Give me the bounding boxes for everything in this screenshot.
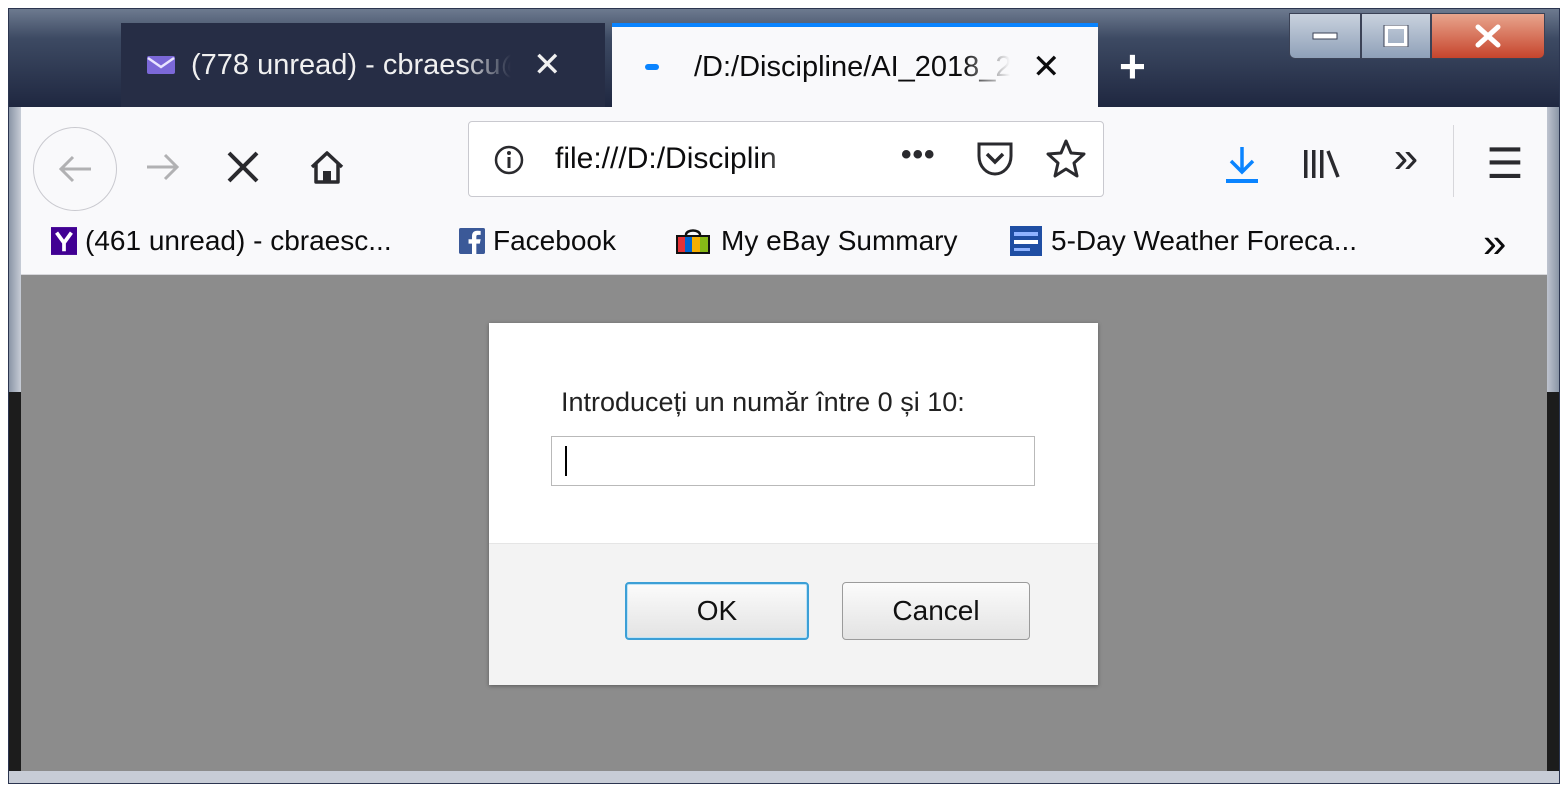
bookmark-star-icon[interactable] xyxy=(1045,138,1087,178)
prompt-input[interactable] xyxy=(551,436,1035,486)
prompt-message: Introduceți un număr între 0 și 10: xyxy=(561,387,965,417)
prompt-dialog: Introduceți un număr între 0 și 10: OK C… xyxy=(489,323,1098,685)
bookmarks-overflow-button[interactable]: » xyxy=(1483,219,1506,267)
yahoo-icon xyxy=(51,226,77,256)
tab-title: (778 unread) - cbraescu@ xyxy=(191,48,511,81)
maximize-icon xyxy=(1383,25,1409,47)
library-button[interactable] xyxy=(1299,141,1345,187)
bookmarks-toolbar: (461 unread) - cbraesc... Facebook My eB… xyxy=(21,217,1547,275)
toolbar-separator xyxy=(1453,125,1454,197)
back-arrow-icon xyxy=(58,155,91,183)
mail-icon xyxy=(145,54,177,76)
library-icon xyxy=(1304,150,1340,178)
maximize-button[interactable] xyxy=(1361,13,1431,59)
back-button[interactable] xyxy=(33,127,117,211)
bookmark-label: 5-Day Weather Foreca... xyxy=(1051,225,1358,256)
minimize-icon xyxy=(1312,32,1338,40)
facebook-icon xyxy=(459,226,485,256)
navigation-toolbar: file:///D:/Disciplin ••• » ☰ xyxy=(21,107,1547,217)
bookmark-facebook[interactable]: Facebook xyxy=(459,225,616,257)
toolbar-overflow-button[interactable]: » xyxy=(1383,133,1429,182)
close-icon xyxy=(1475,24,1501,48)
url-bar[interactable]: file:///D:/Disciplin ••• xyxy=(468,121,1104,197)
loading-icon xyxy=(636,56,668,78)
home-button[interactable] xyxy=(303,143,351,191)
info-icon[interactable] xyxy=(493,144,525,176)
pocket-icon[interactable] xyxy=(975,140,1015,178)
minimize-button[interactable] xyxy=(1289,13,1361,59)
tab-close-icon[interactable]: ✕ xyxy=(1032,50,1061,84)
download-icon xyxy=(1226,147,1258,183)
new-tab-button[interactable]: + xyxy=(1119,43,1146,89)
page-actions-icon[interactable]: ••• xyxy=(901,138,936,172)
window-border-bottom xyxy=(9,771,1559,783)
tab-mail[interactable]: (778 unread) - cbraescu@ ✕ xyxy=(121,23,605,107)
stop-icon xyxy=(227,151,259,183)
url-text[interactable]: file:///D:/Disciplin xyxy=(555,142,815,176)
window-border-shadow-left xyxy=(9,392,21,783)
forward-button[interactable] xyxy=(139,143,187,191)
tab-current[interactable]: /D:/Discipline/AI_2018_20 ✕ xyxy=(612,23,1098,107)
weather-icon xyxy=(1009,226,1043,256)
bookmark-ebay[interactable]: My eBay Summary xyxy=(673,225,958,257)
bookmark-yahoo-mail[interactable]: (461 unread) - cbraesc... xyxy=(51,225,392,257)
page-content: Introduceți un număr între 0 și 10: OK C… xyxy=(21,275,1547,773)
ebay-icon xyxy=(673,226,713,256)
downloads-button[interactable] xyxy=(1219,141,1265,187)
stop-button[interactable] xyxy=(219,143,267,191)
tab-title: /D:/Discipline/AI_2018_20 xyxy=(694,50,1010,83)
tab-close-icon[interactable]: ✕ xyxy=(533,48,562,82)
close-window-button[interactable] xyxy=(1431,13,1545,59)
window-border-shadow-right xyxy=(1545,392,1559,783)
browser-window: (778 unread) - cbraescu@ ✕ /D:/Disciplin… xyxy=(8,8,1560,784)
cancel-button[interactable]: Cancel xyxy=(842,582,1030,640)
dialog-footer: OK Cancel xyxy=(489,543,1098,685)
forward-arrow-icon xyxy=(147,153,180,181)
bookmark-label: (461 unread) - cbraesc... xyxy=(85,225,392,256)
menu-button[interactable]: ☰ xyxy=(1481,139,1529,187)
bookmark-label: Facebook xyxy=(493,225,616,256)
bookmark-weather[interactable]: 5-Day Weather Foreca... xyxy=(1009,225,1357,257)
bookmark-label: My eBay Summary xyxy=(721,225,958,256)
home-icon xyxy=(310,151,344,184)
ok-button[interactable]: OK xyxy=(625,582,809,640)
